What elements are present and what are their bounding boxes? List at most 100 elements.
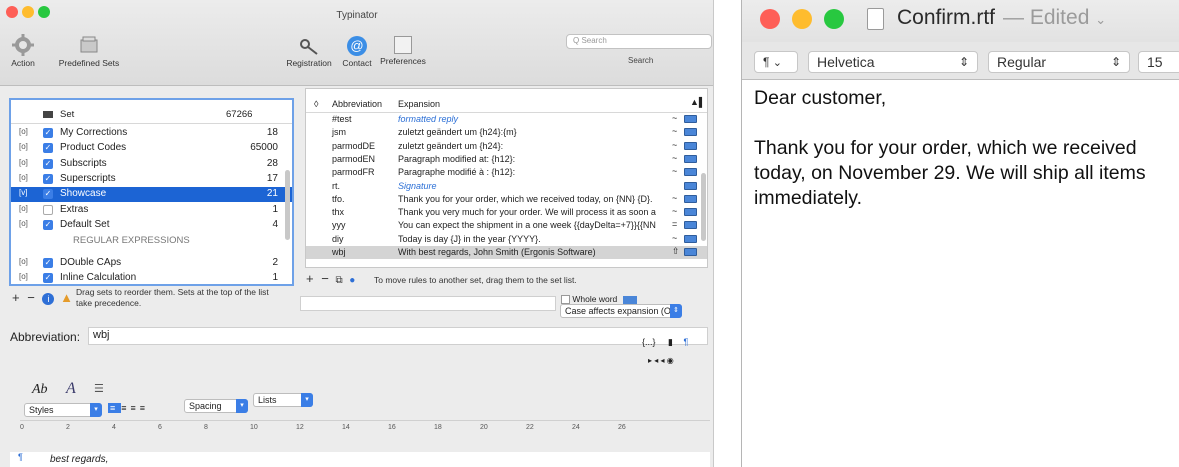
- add-abbreviation-button[interactable]: +: [306, 271, 314, 286]
- set-list-item[interactable]: [o] ✓ Subscripts 28: [11, 157, 292, 172]
- styles-select[interactable]: Styles ▾: [24, 403, 102, 417]
- expansion-column-header[interactable]: Expansion: [398, 99, 440, 109]
- chart-icon: ▲▌: [690, 97, 706, 107]
- abbreviation-row[interactable]: thx Thank you very much for your order. W…: [306, 206, 707, 219]
- body-paragraph: [754, 111, 1174, 136]
- font-icon[interactable]: Ab: [32, 382, 48, 398]
- abbreviation-scrollbar[interactable]: [701, 173, 706, 241]
- set-count: 2: [272, 257, 278, 268]
- abbreviation-search[interactable]: [300, 296, 556, 311]
- set-list-item[interactable]: [o] Extras 1: [11, 203, 292, 218]
- edited-status[interactable]: — Edited ⌄: [1003, 6, 1106, 30]
- abbreviation-row[interactable]: parmodFR Paragraphe modifié à : {h12}: ~: [306, 166, 707, 179]
- set-enabled-checkbox[interactable]: ✓: [43, 273, 53, 283]
- document-title[interactable]: Confirm.rtf: [897, 6, 995, 30]
- abbreviation-row[interactable]: diy Today is day {J} in the year {YYYY}. ~: [306, 233, 707, 246]
- abbreviation-row[interactable]: jsm zuletzt geändert um {h24}:{m} ~: [306, 126, 707, 139]
- abbreviation-row[interactable]: tfo. Thank you for your order, which we r…: [306, 193, 707, 206]
- set-enabled-checkbox[interactable]: ✓: [43, 219, 53, 230]
- paragraph-style-select[interactable]: ¶ ⌄: [754, 51, 798, 73]
- textedit-window: Confirm.rtf — Edited ⌄ ¶ ⌄ Helvetica ⇕ R…: [741, 0, 1179, 467]
- ruler-tick-label: 0: [20, 424, 24, 431]
- expansion-cell: Today is day {J} in the year {YYYY}.: [398, 233, 541, 244]
- remove-abbreviation-button[interactable]: −: [321, 271, 329, 286]
- sort-column[interactable]: ◊: [314, 99, 318, 109]
- font-size-input[interactable]: 15: [1138, 51, 1179, 73]
- registration-button[interactable]: Registration: [283, 38, 335, 68]
- close-button[interactable]: [760, 9, 780, 29]
- set-enabled-checkbox[interactable]: ✓: [43, 158, 53, 169]
- set-enabled-checkbox[interactable]: ✓: [43, 128, 53, 138]
- minimize-button[interactable]: [792, 9, 812, 29]
- align-controls[interactable]: ≡ ≡≡≡: [108, 403, 178, 417]
- whole-word-option[interactable]: Whole word: [561, 294, 637, 305]
- navigation-controls[interactable]: ▸ ◂ ◂ ◉: [648, 356, 674, 365]
- set-enabled-checkbox[interactable]: ✓: [43, 258, 53, 268]
- set-count: 21: [266, 188, 278, 200]
- set-list-item[interactable]: [v] ✓ Showcase 21: [11, 187, 292, 203]
- font-style-select[interactable]: Regular ⇕: [988, 51, 1130, 73]
- ruler-tick-label: 6: [158, 424, 162, 431]
- set-list-item[interactable]: [o] ✓ Default Set 4: [11, 218, 292, 233]
- pilcrow-icon[interactable]: ¶: [684, 337, 689, 347]
- set-list-header: Set 67266: [11, 108, 292, 124]
- set-list-item[interactable]: [o] ✓ Superscripts 17: [11, 172, 292, 187]
- document-body[interactable]: Dear customer, Thank you for your order,…: [754, 86, 1174, 211]
- predefined-sets-button[interactable]: Predefined Sets: [52, 34, 126, 68]
- abbreviation-row[interactable]: yyy You can expect the shipment in a one …: [306, 219, 707, 232]
- set-count: 18: [266, 127, 278, 138]
- text-style-icon[interactable]: A: [66, 380, 76, 398]
- abbreviation-row[interactable]: rt. Signature: [306, 180, 707, 193]
- set-list-item[interactable]: [o] ✓ Product Codes 65000: [11, 141, 292, 156]
- lists-select[interactable]: Lists ▾: [253, 393, 313, 407]
- set-column-header[interactable]: Set: [60, 109, 74, 120]
- add-set-button[interactable]: +: [12, 290, 20, 305]
- abbreviation-column-header[interactable]: Abbreviation: [332, 99, 382, 109]
- whole-word-label: Whole word: [572, 294, 618, 304]
- action-button[interactable]: Action: [6, 34, 40, 68]
- contact-button[interactable]: @ Contact: [338, 36, 376, 68]
- abbreviation-row[interactable]: parmodDE zuletzt geändert um {h24}: ~: [306, 140, 707, 153]
- whole-word-checkbox[interactable]: [561, 295, 570, 305]
- set-enabled-checkbox[interactable]: ✓: [43, 143, 53, 154]
- warning-icon[interactable]: ▲: [60, 290, 73, 305]
- search-input[interactable]: Q Search: [566, 34, 712, 49]
- preferences-button[interactable]: Preferences: [378, 36, 428, 66]
- duplicate-icon[interactable]: ⧉: [335, 275, 342, 286]
- case-option-label: Case affects expansion (O): [565, 306, 674, 316]
- speech-bubble-icon[interactable]: ●: [349, 275, 355, 286]
- expansion-editor[interactable]: ¶ best regards,: [10, 452, 710, 467]
- abbreviation-row[interactable]: #test formatted reply ~: [306, 113, 707, 126]
- case-option-select[interactable]: Case affects expansion (O) ⇕: [560, 304, 682, 318]
- expansion-cell: Thank you for your order, which we recei…: [398, 193, 653, 204]
- set-scrollbar[interactable]: [285, 170, 290, 240]
- set-name: Inline Calculation: [60, 272, 137, 283]
- remove-set-button[interactable]: −: [27, 290, 35, 305]
- set-list-item[interactable]: [o] ✓ DOuble CAps 2: [11, 256, 292, 271]
- set-enabled-checkbox[interactable]: ✓: [43, 173, 53, 184]
- abbreviation-table[interactable]: ◊ Abbreviation Expansion ▲▌ #test formatt…: [305, 88, 708, 268]
- set-list[interactable]: Set 67266 [o] ✓ My Corrections 18 [o] ✓ Produc…: [9, 98, 294, 286]
- list-icon[interactable]: ☰: [94, 382, 104, 395]
- set-list-item[interactable]: [o] ✓ Inline Calculation 1: [11, 271, 292, 284]
- contact-label: Contact: [342, 58, 372, 68]
- align-left-icon[interactable]: ≡: [108, 403, 122, 413]
- spacing-select[interactable]: Spacing ▾: [184, 399, 248, 413]
- abbreviation-row[interactable]: wbj With best regards, John Smith (Ergoni…: [306, 246, 707, 259]
- font-family-select[interactable]: Helvetica ⇕: [808, 51, 978, 73]
- info-icon[interactable]: i: [42, 293, 55, 305]
- abbreviation-input[interactable]: wbj: [88, 327, 708, 345]
- justify-icon[interactable]: ≡: [140, 403, 149, 413]
- ruler[interactable]: 0 2 4 6 8 10 12 14 16 18 20 22 24 26: [20, 420, 710, 444]
- set-list-item[interactable]: [o] ✓ My Corrections 18: [11, 126, 292, 141]
- align-right-icon[interactable]: ≡: [131, 403, 140, 413]
- zoom-button[interactable]: [824, 9, 844, 29]
- chevron-updown-icon: ⇕: [1110, 55, 1121, 69]
- set-enabled-checkbox[interactable]: ✓: [43, 189, 53, 200]
- align-center-icon[interactable]: ≡: [121, 403, 130, 413]
- abbreviation-cell: tfo.: [332, 193, 345, 204]
- document-icon[interactable]: ▮: [668, 337, 673, 347]
- placeholder-menu[interactable]: {...}: [642, 337, 656, 347]
- set-enabled-checkbox[interactable]: [43, 204, 53, 215]
- abbreviation-row[interactable]: parmodEN Paragraph modified at: {h12}: ~: [306, 153, 707, 166]
